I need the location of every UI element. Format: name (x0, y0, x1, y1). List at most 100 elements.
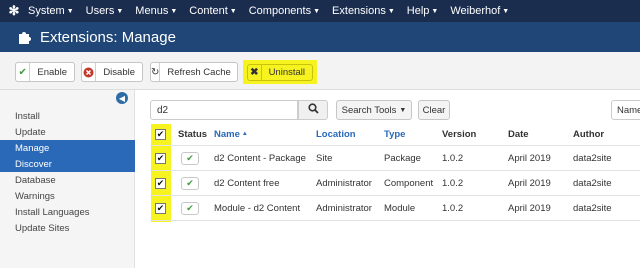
sidebar-item-discover[interactable]: Discover (0, 156, 135, 172)
column-header-version[interactable]: Version (442, 127, 476, 141)
row-date: April 2019 (508, 177, 551, 189)
sidebar-item-install[interactable]: Install (0, 108, 135, 124)
refresh-cache-button[interactable]: ↻ Refresh Cache (150, 62, 238, 82)
column-header-location[interactable]: Location (316, 127, 356, 141)
row-date: April 2019 (508, 152, 551, 164)
menu-components-label: Components (248, 5, 312, 17)
x-icon: ✖ (248, 65, 262, 80)
caret-down-icon: ▼ (170, 7, 178, 15)
menu-site[interactable]: Weiberhof ▼ (450, 5, 509, 17)
column-header-type[interactable]: Type (384, 127, 405, 141)
refresh-icon: ↻ (151, 63, 161, 81)
column-header-date[interactable]: Date (508, 127, 529, 141)
caret-down-icon: ▼ (66, 7, 74, 15)
row-location: Site (316, 152, 333, 164)
row-author: data2site (573, 177, 612, 189)
search-input[interactable]: d2 (150, 100, 298, 120)
row-divider (150, 145, 640, 146)
status-enabled-icon[interactable]: ✔ (181, 177, 199, 190)
menu-menus[interactable]: Menus ▼ (135, 5, 177, 17)
sidebar-item-label: Database (15, 174, 56, 186)
sidebar-item-label: Manage (15, 142, 50, 154)
sidebar-item-update-sites[interactable]: Update Sites (0, 220, 135, 236)
row-checkbox[interactable]: ✔ (155, 203, 166, 214)
check-icon: ✔ (16, 63, 31, 81)
row-type: Component (384, 177, 434, 189)
sidebar-item-warnings[interactable]: Warnings (0, 188, 135, 204)
search-tools-button[interactable]: Search Tools ▼ (336, 100, 412, 120)
clear-button[interactable]: Clear (418, 100, 450, 120)
sort-select-value: Name (617, 104, 640, 116)
uninstall-button[interactable]: ✖ Uninstall (247, 64, 313, 81)
column-header-name[interactable]: Name ▲ (214, 127, 248, 141)
sidebar-item-manage[interactable]: Manage (0, 140, 135, 156)
uninstall-button-label: Uninstall (268, 67, 305, 78)
caret-down-icon: ▼ (387, 7, 395, 15)
top-navigation: ✻ System ▼ Users ▼ Menus ▼ Content ▼ Compone… (0, 0, 640, 22)
puzzle-piece-icon (18, 30, 32, 44)
row-author: data2site (573, 152, 612, 164)
sidebar-item-label: Update Sites (15, 222, 70, 234)
row-author: data2site (573, 202, 612, 214)
search-button[interactable] (298, 100, 328, 120)
menu-content-label: Content (189, 5, 228, 17)
row-divider (150, 220, 640, 221)
menu-help-label: Help (406, 5, 430, 17)
collapse-sidebar-icon[interactable]: ◀ (116, 92, 128, 104)
column-header-author[interactable]: Author (573, 127, 604, 141)
row-date: April 2019 (508, 202, 551, 214)
row-name: d2 Content free (214, 177, 280, 189)
row-version: 1.0.2 (442, 202, 464, 214)
menu-users-label: Users (85, 5, 115, 17)
toolbar: ✔ Enable Disable ↻ Refresh Cache ✖ Unins… (0, 52, 640, 90)
sidebar-item-label: Discover (15, 158, 52, 170)
menu-help[interactable]: Help ▼ (407, 5, 439, 17)
sidebar-item-update[interactable]: Update (0, 124, 135, 140)
sidebar: ◀ Install Update Manage Discover Databas… (0, 90, 135, 268)
enable-button[interactable]: ✔ Enable (15, 62, 75, 82)
page-header: Extensions: Manage (0, 22, 640, 52)
sidebar-item-label: Install Languages (15, 206, 90, 218)
joomla-logo-icon[interactable]: ✻ (0, 0, 28, 22)
row-checkbox[interactable]: ✔ (155, 178, 166, 189)
caret-down-icon: ▼ (116, 7, 124, 15)
select-all-checkbox[interactable]: ✔ (155, 129, 166, 140)
caret-down-icon: ▼ (313, 7, 321, 15)
disable-button-label: Disable (103, 66, 135, 78)
search-icon (307, 103, 319, 117)
clear-button-label: Clear (422, 104, 446, 116)
row-divider (150, 170, 640, 171)
menu-content[interactable]: Content ▼ (189, 5, 236, 17)
row-type: Package (384, 152, 421, 164)
row-version: 1.0.2 (442, 152, 464, 164)
row-name: Module - d2 Content (214, 202, 301, 214)
menu-site-label: Weiberhof (450, 5, 501, 17)
sidebar-item-install-languages[interactable]: Install Languages (0, 204, 135, 220)
menu-system[interactable]: System ▼ (28, 5, 74, 17)
sidebar-item-label: Update (15, 126, 46, 138)
disable-icon (82, 63, 97, 81)
sort-asc-icon: ▲ (241, 131, 248, 137)
row-divider (150, 195, 640, 196)
column-header-status[interactable]: Status (178, 127, 207, 141)
status-enabled-icon[interactable]: ✔ (181, 202, 199, 215)
row-location: Administrator (316, 177, 372, 189)
menu-extensions-label: Extensions (332, 5, 386, 17)
caret-down-icon: ▼ (229, 7, 237, 15)
row-type: Module (384, 202, 416, 214)
sidebar-item-database[interactable]: Database (0, 172, 135, 188)
menu-extensions[interactable]: Extensions ▼ (332, 5, 395, 17)
refresh-cache-button-label: Refresh Cache (167, 66, 231, 78)
menu-users[interactable]: Users ▼ (86, 5, 124, 17)
row-checkbox[interactable]: ✔ (155, 153, 166, 164)
sidebar-item-label: Install (15, 110, 40, 122)
sort-select[interactable]: Name (611, 100, 640, 120)
menu-menus-label: Menus (135, 5, 169, 17)
disable-button[interactable]: Disable (81, 62, 143, 82)
row-name: d2 Content - Package (214, 152, 306, 164)
menu-system-label: System (28, 5, 65, 17)
search-input-value: d2 (157, 104, 169, 116)
status-enabled-icon[interactable]: ✔ (181, 152, 199, 165)
menu-components[interactable]: Components ▼ (249, 5, 320, 17)
row-location: Administrator (316, 202, 372, 214)
